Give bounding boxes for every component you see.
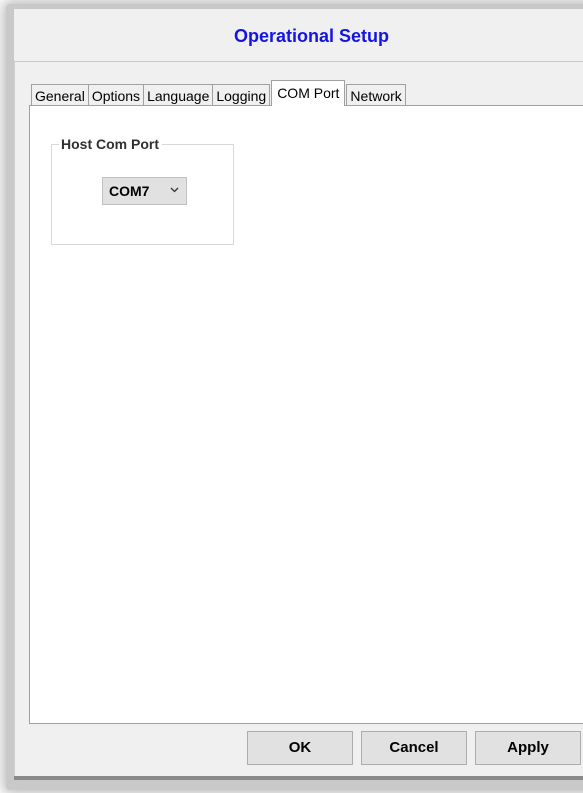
dialog-title: Operational Setup — [233, 26, 390, 46]
com-port-selected-value: COM7 — [109, 183, 150, 199]
tab-network[interactable]: Network — [346, 84, 406, 106]
title-bar: Operational Setup — [13, 8, 583, 62]
tab-options[interactable]: Options — [87, 84, 145, 106]
tab-strip: General Options Language Logging COM Por… — [31, 80, 406, 106]
tab-language[interactable]: Language — [143, 84, 214, 106]
tab-general[interactable]: General — [31, 84, 89, 106]
chevron-down-icon — [170, 187, 179, 193]
window-bottom-edge — [14, 776, 583, 780]
com-port-select[interactable]: COM7 — [102, 177, 187, 205]
host-com-port-label: Host Com Port — [59, 135, 162, 153]
ok-button[interactable]: OK — [247, 731, 353, 765]
tab-com-port[interactable]: COM Port — [271, 80, 346, 106]
apply-button[interactable]: Apply — [475, 731, 581, 765]
host-com-port-group: Host Com Port COM7 — [51, 135, 234, 245]
screen: Operational Setup General Options Langua… — [0, 0, 583, 793]
tab-logging[interactable]: Logging — [212, 84, 271, 106]
cancel-button[interactable]: Cancel — [361, 731, 467, 765]
com-port-tab-panel: Host Com Port COM7 — [29, 105, 583, 724]
